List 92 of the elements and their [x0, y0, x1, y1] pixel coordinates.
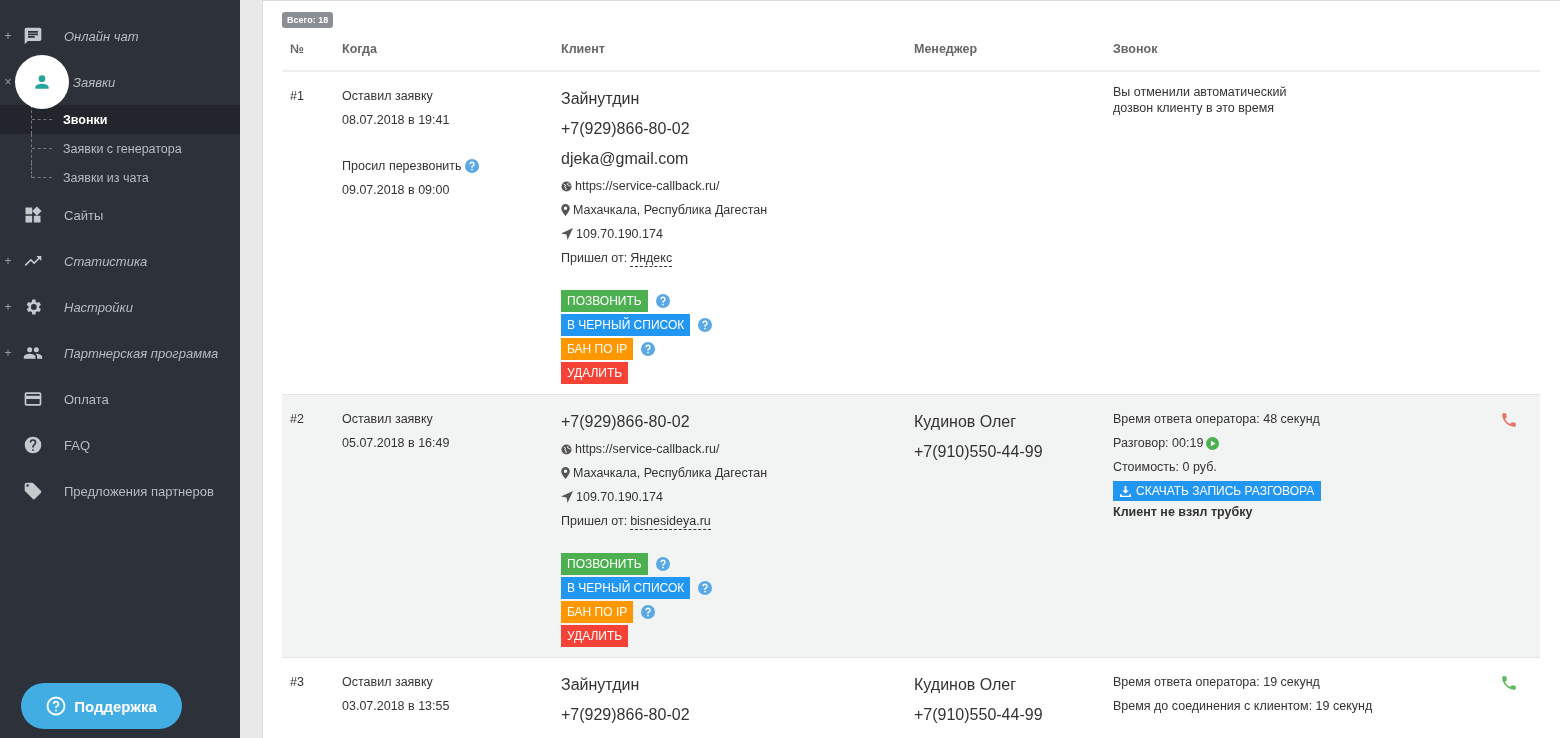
card-icon	[23, 389, 43, 409]
submenu-item[interactable]: Заявки с генератора	[0, 134, 240, 163]
sidebar-item[interactable]: Статистика	[64, 253, 148, 269]
phone-icon[interactable]	[1500, 674, 1518, 692]
sidebar-item[interactable]: Оплата	[64, 391, 109, 407]
globe-icon	[561, 180, 572, 192]
help-icon[interactable]	[655, 294, 670, 308]
sidebar-item[interactable]: Партнерская программа	[64, 345, 219, 361]
created-date: 08.07.2018 в 19:41	[342, 112, 450, 129]
globe-icon	[561, 443, 572, 455]
person-icon	[32, 72, 52, 92]
call-duration: Разговор: 00:19	[1113, 435, 1204, 452]
source-label: Пришел от:	[561, 513, 628, 530]
help-icon	[23, 435, 43, 455]
callback-date: 09.07.2018 в 09:00	[342, 182, 450, 199]
column-header: №	[290, 42, 305, 56]
client-ip: 109.70.190.174	[576, 489, 663, 506]
created-label: Оставил заявку	[342, 674, 433, 691]
call-info: Время до соединения с клиентом: 19 секунд	[1113, 698, 1373, 715]
tag-icon	[23, 481, 43, 501]
action-button[interactable]: УДАЛИТЬ	[561, 625, 629, 647]
call-info: Время ответа оператора: 48 секунд	[1113, 411, 1320, 428]
source-link[interactable]: bisnesideya.ru	[630, 512, 711, 530]
row-number: #3	[290, 674, 304, 691]
column-header: Звонок	[1113, 42, 1159, 56]
client-ip: 109.70.190.174	[576, 226, 663, 243]
manager-name: Кудинов Олег	[914, 412, 1017, 432]
call-note: Вы отменили автоматический дозвон клиенту в это время	[1113, 84, 1288, 116]
sidebar-item[interactable]: Настройки	[64, 299, 133, 315]
total-badge: Всего: 18	[282, 12, 334, 28]
created-label: Оставил заявку	[342, 411, 433, 428]
created-date: 05.07.2018 в 16:49	[342, 435, 450, 452]
sidebar-item[interactable]: Онлайн чат	[64, 28, 139, 44]
call-info: Стоимость: 0 руб.	[1113, 459, 1217, 476]
expand-toggle[interactable]: ×	[0, 75, 15, 89]
help-icon[interactable]	[698, 581, 713, 595]
help-icon[interactable]	[641, 342, 656, 356]
sidebar-item[interactable]: Сайты	[64, 207, 104, 223]
action-button[interactable]: В ЧЕРНЫЙ СПИСОК	[561, 314, 691, 336]
column-header: Менеджер	[914, 42, 979, 56]
help-icon	[46, 696, 67, 716]
play-icon[interactable]	[1206, 436, 1220, 450]
manager-name: Кудинов Олег	[914, 675, 1017, 695]
expand-toggle[interactable]: +	[0, 29, 15, 43]
site-url: https://service-callback.ru/	[575, 178, 720, 195]
client-location: Махачкала, Республика Дагестан	[573, 202, 768, 219]
column-header: Клиент	[561, 42, 606, 56]
download-button[interactable]: СКАЧАТЬ ЗАПИСЬ РАЗГОВОРА	[1113, 481, 1322, 501]
phone-icon[interactable]	[1500, 411, 1518, 429]
action-button[interactable]: УДАЛИТЬ	[561, 362, 629, 384]
created-date: 03.07.2018 в 13:55	[342, 698, 450, 715]
chat-icon	[23, 26, 43, 46]
callback-label: Просил перезвонить	[342, 158, 462, 175]
help-icon[interactable]	[641, 605, 656, 619]
location-pin-icon	[561, 467, 570, 479]
expand-toggle[interactable]: +	[0, 300, 15, 314]
client-location: Махачкала, Республика Дагестан	[573, 465, 768, 482]
sidebar-item[interactable]: FAQ	[64, 437, 90, 453]
row-number: #2	[290, 411, 304, 428]
action-button[interactable]: ПОЗВОНИТЬ	[561, 553, 648, 575]
submenu-item[interactable]: Заявки из чата	[0, 163, 240, 192]
call-result: Клиент не взял трубку	[1113, 504, 1253, 521]
client-phone: +7(929)866-80-02	[561, 705, 690, 725]
row-number: #1	[290, 88, 304, 105]
client-phone: +7(929)866-80-02	[561, 412, 690, 432]
client-phone: +7(929)866-80-02	[561, 119, 690, 139]
sidebar-item[interactable]: Заявки	[73, 74, 116, 90]
sidebar-item[interactable]: Предложения партнеров	[64, 483, 214, 499]
download-icon	[1120, 485, 1131, 497]
manager-phone: +7(910)550-44-99	[914, 705, 1043, 725]
call-info: Время ответа оператора: 19 секунд	[1113, 674, 1320, 691]
client-email: djeka@gmail.com	[561, 149, 689, 169]
arrow-icon	[561, 491, 573, 503]
site-url: https://service-callback.ru/	[575, 441, 720, 458]
client-name: Зайнутдин	[561, 89, 640, 109]
action-button[interactable]: В ЧЕРНЫЙ СПИСОК	[561, 577, 691, 599]
expand-toggle[interactable]: +	[0, 346, 15, 360]
submenu-item[interactable]: Звонки	[0, 105, 240, 134]
location-pin-icon	[561, 204, 570, 216]
client-name: Зайнутдин	[561, 675, 640, 695]
source-link[interactable]: Яндекс	[630, 249, 673, 267]
arrow-icon	[561, 228, 573, 240]
help-icon[interactable]	[464, 159, 479, 173]
source-label: Пришел от:	[561, 250, 628, 267]
action-button[interactable]: ПОЗВОНИТЬ	[561, 290, 648, 312]
widgets-icon	[23, 205, 43, 225]
expand-toggle[interactable]: +	[0, 254, 15, 268]
created-label: Оставил заявку	[342, 88, 433, 105]
help-icon[interactable]	[655, 557, 670, 571]
column-header: Когда	[342, 42, 378, 56]
manager-phone: +7(910)550-44-99	[914, 442, 1043, 462]
help-icon[interactable]	[698, 318, 713, 332]
